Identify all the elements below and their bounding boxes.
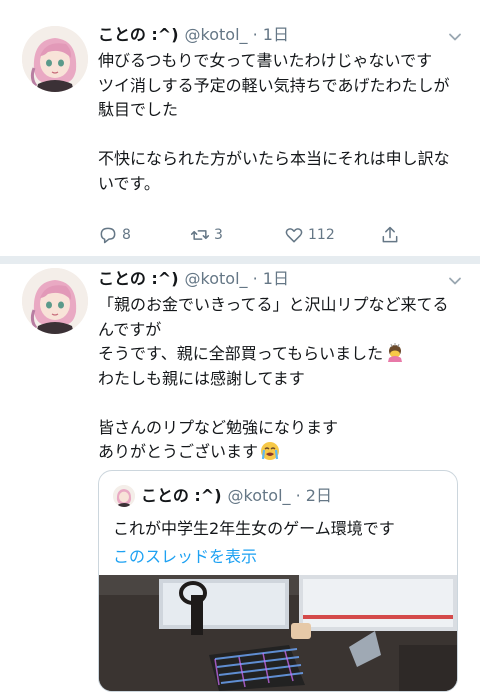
tweet-line: 「親のお金でいきってる」と沢山リプなど来てるんですが bbox=[98, 295, 449, 339]
retweet-count: 3 bbox=[214, 227, 223, 243]
chevron-down-icon[interactable] bbox=[448, 274, 462, 288]
heart-icon bbox=[285, 228, 303, 243]
action-bar: 8 3 112 bbox=[98, 224, 418, 246]
avatar[interactable] bbox=[22, 268, 88, 334]
tweet-line: わたしも親には感謝してます bbox=[98, 368, 305, 388]
retweet-icon bbox=[190, 230, 210, 240]
crying-face-emoji-icon bbox=[261, 442, 280, 460]
share-button[interactable] bbox=[380, 224, 404, 246]
tweet-1[interactable]: ことの :^) @kotol_ · 1日 伸びるつもりで女って書いたわけじゃないで… bbox=[0, 0, 480, 258]
tweet-text: 「親のお金でいきってる」と沢山リプなど来てるんですが そうです、親に全部買っても… bbox=[98, 293, 458, 465]
tweet-line: 伸びるつもりで女って書いたわけじゃないです bbox=[98, 51, 433, 70]
tweet-header: ことの :^) @kotol_ · 1日 bbox=[98, 22, 289, 48]
quoted-display-name: ことの :^) bbox=[141, 486, 222, 505]
quoted-avatar bbox=[113, 485, 135, 507]
tweet-line: 皆さんのリプなど勉強になります bbox=[98, 417, 339, 437]
tweet-line-with-emoji: ありがとうございます bbox=[98, 440, 458, 465]
tweet-text: 伸びるつもりで女って書いたわけじゃないです ツイ消しする予定の軽い気持ちであげた… bbox=[98, 49, 458, 196]
tweet-header: ことの :^) @kotol_ · 1日 bbox=[98, 266, 289, 292]
handle-time[interactable]: @kotol_ · 1日 bbox=[185, 269, 289, 288]
display-name[interactable]: ことの :^) bbox=[98, 269, 179, 288]
quoted-text: これが中学生2年生女のゲーム環境です bbox=[113, 519, 395, 538]
tweet-line: 不快になられた方がいたら本当にそれは申し訳ないです。 bbox=[98, 149, 450, 193]
display-name[interactable]: ことの :^) bbox=[98, 25, 179, 44]
tweet-line: ありがとうございます bbox=[98, 442, 259, 461]
share-icon bbox=[382, 226, 398, 243]
tweet-line: ツイ消しする予定の軽い気持ちであげたわたしが駄目でした bbox=[98, 75, 450, 120]
reply-icon bbox=[100, 227, 116, 244]
handle-time[interactable]: @kotol_ · 1日 bbox=[185, 25, 289, 44]
reply-count: 8 bbox=[122, 227, 131, 243]
retweet-button[interactable]: 3 bbox=[190, 224, 223, 246]
show-thread-link[interactable]: このスレッドを表示 bbox=[113, 545, 257, 569]
quoted-handle-time: @kotol_ · 2日 bbox=[227, 486, 332, 505]
tweet-divider bbox=[0, 256, 480, 264]
avatar[interactable] bbox=[22, 26, 88, 92]
like-button[interactable]: 112 bbox=[284, 224, 335, 246]
bowing-emoji-icon bbox=[388, 343, 403, 362]
chevron-down-icon[interactable] bbox=[448, 30, 462, 44]
tweet-line-with-emoji: そうです、親に全部買ってもらいました bbox=[98, 342, 458, 367]
tweet-line: そうです、親に全部買ってもらいました bbox=[98, 344, 384, 363]
like-count: 112 bbox=[308, 227, 335, 243]
quoted-header: ことの :^) @kotol_ · 2日 bbox=[141, 484, 332, 508]
quoted-tweet[interactable]: ことの :^) @kotol_ · 2日 これが中学生2年生女のゲーム環境です こ… bbox=[98, 470, 458, 692]
reply-button[interactable]: 8 bbox=[98, 224, 131, 246]
